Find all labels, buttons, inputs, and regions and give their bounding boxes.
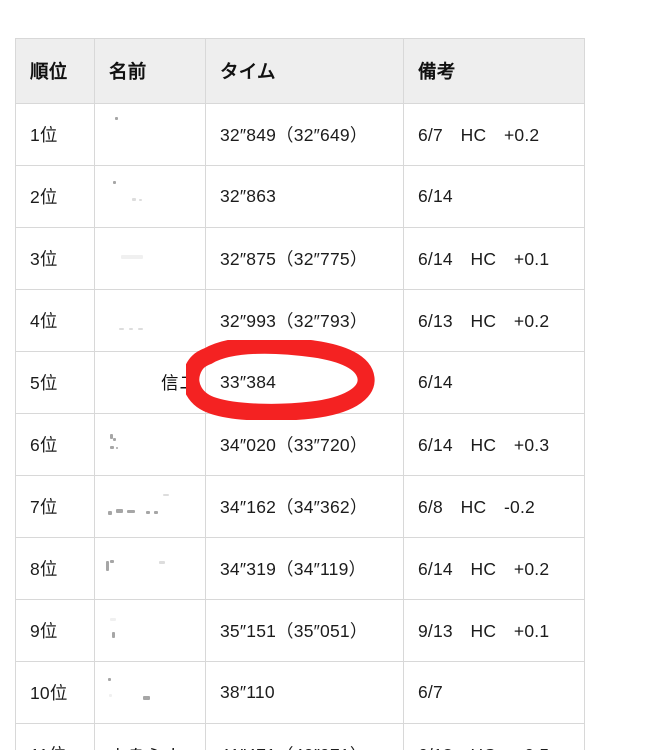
erased-ink-fragment (132, 197, 137, 201)
cell-time: 32″849（32″649） (205, 103, 404, 166)
cell-time: 32″863 (205, 165, 404, 228)
cell-time: 34″319（34″119） (205, 537, 404, 600)
erased-ink-fragment (110, 559, 115, 563)
cell-rank: 11位 (15, 723, 95, 750)
cell-rank: 7位 (15, 475, 95, 538)
erased-ink-fragment (129, 327, 134, 330)
cell-note: 6/14 (403, 351, 585, 414)
table-header: 順位 名前 タイム 備考 (15, 38, 585, 104)
table-row: 6位 34″020（33″720） 6/14 HC +0.3 (15, 413, 585, 476)
cell-time: 35″151（35″051） (205, 599, 404, 662)
cell-time: 41″471（40″971） (205, 723, 404, 750)
cell-note: 6/13 HC +0.2 (403, 289, 585, 352)
cell-name (94, 103, 206, 166)
column-header-note: 備考 (403, 38, 585, 104)
erased-ink-fragment (154, 511, 159, 515)
cell-time: 38″110 (205, 661, 404, 724)
cell-name (94, 661, 206, 724)
cell-note: 6/8 HC -0.2 (403, 475, 585, 538)
table-body: 1位 32″849（32″649） 6/7 HC +0.2 2位 32″863 6/14 3… (15, 103, 585, 750)
name-text: 赤島永人 (109, 744, 183, 750)
name-text: 信二 (161, 373, 198, 393)
table-row: 10位 38″110 6/7 (15, 661, 585, 724)
table-row: 11位赤島永人 41″471（40″971）6/13 HC +0.5 (15, 723, 585, 750)
cell-time: 32″875（32″775） (205, 227, 404, 290)
cell-name (94, 599, 206, 662)
cell-name (94, 165, 206, 228)
erased-ink-fragment (115, 446, 118, 449)
cell-name (94, 475, 206, 538)
cell-note: 6/7 HC +0.2 (403, 103, 585, 166)
table-row: 1位 32″849（32″649） 6/7 HC +0.2 (15, 103, 585, 166)
table-row: 8位 34″319（34″119） 6/14 HC +0.2 (15, 537, 585, 600)
cell-name: 赤島永人 (94, 723, 206, 750)
column-header-time: タイム (205, 38, 404, 104)
erased-ink-fragment (106, 561, 109, 572)
erased-ink-fragment (121, 254, 144, 259)
erased-ink-fragment (163, 494, 170, 497)
cell-name (94, 227, 206, 290)
erased-ink-fragment (112, 180, 116, 184)
table-row: 4位 32″993（32″793） 6/13 HC +0.2 (15, 289, 585, 352)
table-row: 9位 35″151（35″051） 9/13 HC +0.1 (15, 599, 585, 662)
cell-time: 32″993（32″793） (205, 289, 404, 352)
cell-note: 6/7 (403, 661, 585, 724)
table-row: 3位 32″875（32″775） 6/14 HC +0.1 (15, 227, 585, 290)
cell-note: 6/13 HC +0.5 (403, 723, 585, 750)
erased-ink-fragment (110, 433, 114, 439)
erased-ink-fragment (126, 510, 135, 514)
erased-ink-fragment (139, 198, 142, 201)
screenshot-page: 順位 名前 タイム 備考 1位 32″849（32″649） 6/7 HC +0.2… (0, 0, 652, 750)
cell-rank: 1位 (15, 103, 95, 166)
erased-ink-fragment (119, 327, 125, 330)
column-header-name: 名前 (94, 38, 206, 104)
cell-rank: 10位 (15, 661, 95, 724)
cell-rank: 5位 (15, 351, 95, 414)
cell-note: 6/14 HC +0.3 (403, 413, 585, 476)
erased-ink-fragment (145, 511, 150, 515)
erased-ink-fragment (112, 438, 116, 442)
erased-ink-fragment (137, 327, 143, 330)
cell-name (94, 289, 206, 352)
cell-rank: 2位 (15, 165, 95, 228)
erased-ink-fragment (158, 561, 165, 565)
cell-note: 6/14 (403, 165, 585, 228)
erased-ink-fragment (108, 511, 113, 516)
table-row: 7位 34″162（34″362） 6/8 HC -0.2 (15, 475, 585, 538)
cell-name: 信二 (94, 351, 206, 414)
erased-ink-fragment (114, 117, 118, 121)
cell-note: 6/14 HC +0.2 (403, 537, 585, 600)
erased-ink-fragment (143, 696, 151, 701)
cell-time: 34″162（34″362） (205, 475, 404, 538)
cell-name (94, 413, 206, 476)
cell-rank: 8位 (15, 537, 95, 600)
cell-time: 33″384 (205, 351, 404, 414)
table-row: 2位 32″863 6/14 (15, 165, 585, 228)
cell-note: 6/14 HC +0.1 (403, 227, 585, 290)
cell-rank: 4位 (15, 289, 95, 352)
table-header-row: 順位 名前 タイム 備考 (15, 38, 585, 104)
race-results-table: 順位 名前 タイム 備考 1位 32″849（32″649） 6/7 HC +0.2… (15, 38, 585, 750)
cell-rank: 9位 (15, 599, 95, 662)
cell-time: 34″020（33″720） (205, 413, 404, 476)
erased-ink-fragment (109, 693, 113, 697)
cell-name (94, 537, 206, 600)
table-row: 5位 信二 33″384 6/14 (15, 351, 585, 414)
cell-rank: 3位 (15, 227, 95, 290)
column-header-rank: 順位 (15, 38, 95, 104)
erased-ink-fragment (111, 631, 115, 638)
erased-ink-fragment (110, 618, 117, 622)
cell-note: 9/13 HC +0.1 (403, 599, 585, 662)
erased-ink-fragment (115, 508, 123, 513)
erased-ink-fragment (110, 445, 115, 449)
cell-rank: 6位 (15, 413, 95, 476)
erased-ink-fragment (108, 677, 112, 681)
